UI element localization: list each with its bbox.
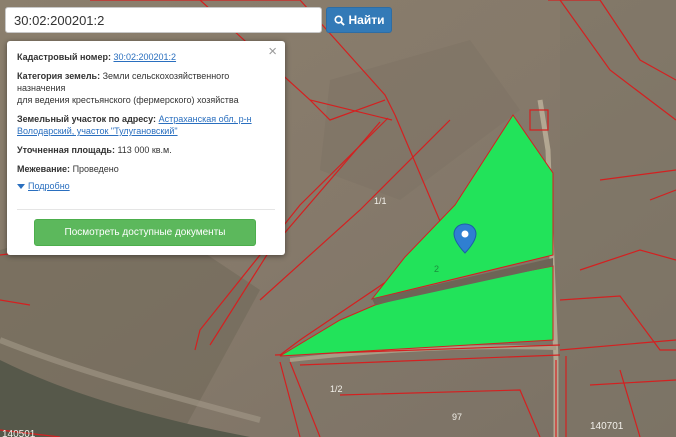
chevron-down-icon (17, 183, 25, 189)
land-category-value: назначения (17, 83, 66, 93)
address-row: Земельный участок по адресу: Астраханска… (17, 113, 275, 137)
map-label: 2 (434, 264, 439, 274)
close-icon[interactable]: × (268, 44, 277, 60)
divider (17, 209, 275, 210)
view-documents-button[interactable]: Посмотреть доступные документы (34, 219, 256, 246)
details-toggle[interactable]: Подробно (17, 181, 275, 191)
map-label: 1/1 (374, 196, 387, 206)
terrain-patch (560, 0, 676, 437)
cadastral-number-link[interactable]: 30:02:200201:2 (113, 52, 176, 62)
search-input[interactable] (5, 7, 322, 33)
area-label: Уточненная площадь: (17, 145, 115, 155)
land-category-row: Категория земель: Земли сельскохозяйстве… (17, 70, 275, 106)
cadastral-number-label: Кадастровый номер: (17, 52, 111, 62)
address-label: Земельный участок по адресу: (17, 114, 157, 124)
map-label: 97 (452, 412, 462, 422)
cadastral-number-row: Кадастровый номер: 30:02:200201:2 (17, 51, 275, 63)
search-button-label: Найти (348, 13, 385, 27)
land-category-label: Категория земель: (17, 71, 101, 81)
address-link[interactable]: Астраханская обл, р-н (159, 114, 252, 124)
map-label: 140501 (2, 429, 36, 437)
map-label: 140701 (590, 421, 624, 432)
map-label: 1/2 (330, 384, 343, 394)
details-link[interactable]: Подробно (28, 181, 70, 191)
survey-value: Проведено (72, 164, 119, 174)
survey-label: Межевание: (17, 164, 71, 174)
search-button[interactable]: Найти (326, 7, 392, 33)
land-category-value: Земли сельскохозяйственного (102, 71, 230, 81)
address-link[interactable]: Володарский, участок "Тулугановский" (17, 126, 178, 136)
area-value: 113 000 кв.м. (117, 145, 172, 155)
search-icon (333, 14, 345, 26)
parcel-info-popup: × Кадастровый номер: 30:02:200201:2 Кате… (7, 41, 285, 255)
land-category-value: для ведения крестьянского (фермерского) … (17, 95, 239, 105)
survey-row: Межевание: Проведено (17, 163, 275, 175)
area-row: Уточненная площадь: 113 000 кв.м. (17, 144, 275, 156)
